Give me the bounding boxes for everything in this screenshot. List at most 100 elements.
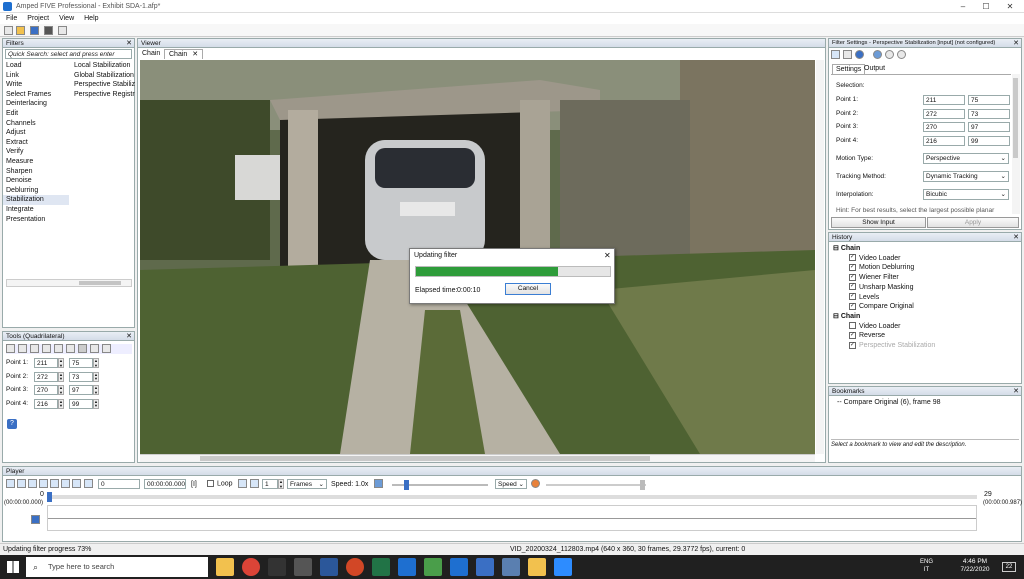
configure-icon[interactable]	[831, 50, 840, 59]
point-y-spinner[interactable]: ▲ ▼	[93, 358, 99, 368]
media-icon[interactable]	[268, 558, 286, 576]
taskbar-search[interactable]: ⌕ Type here to search	[26, 557, 208, 577]
dot-icon[interactable]	[897, 50, 906, 59]
filter-category[interactable]: Integrate	[3, 205, 69, 215]
filter-category[interactable]: Stabilization	[3, 195, 69, 205]
prev-frame-icon[interactable]	[39, 479, 48, 488]
info-icon[interactable]	[855, 50, 864, 59]
menu-project[interactable]: Project	[27, 15, 49, 22]
point-y-input[interactable]: 73	[968, 108, 1010, 119]
pan-icon[interactable]	[30, 344, 39, 353]
step-input[interactable]: 1	[262, 479, 278, 489]
filter-category[interactable]: Sharpen	[3, 167, 69, 177]
last-frame-icon[interactable]	[61, 479, 70, 488]
reset-icon[interactable]	[885, 50, 894, 59]
amped-replay-icon[interactable]	[450, 558, 468, 576]
history-item-checkbox[interactable]: ✓	[849, 273, 856, 281]
filter-category[interactable]: Denoise	[3, 176, 69, 186]
point-y-spinner[interactable]: ▲ ▼	[93, 385, 99, 395]
plus-icon[interactable]	[102, 344, 111, 353]
play-icon[interactable]	[6, 479, 15, 488]
close-icon[interactable]: ✕	[1013, 233, 1019, 242]
filter-item[interactable]: Perspective Registratio	[71, 90, 135, 100]
point-x-input[interactable]: 270	[34, 385, 58, 395]
chrome-icon[interactable]	[242, 558, 260, 576]
unit-select[interactable]: Frames ⌄	[287, 479, 327, 489]
record-icon[interactable]	[531, 479, 540, 488]
history-item-checkbox[interactable]: ✓	[849, 254, 856, 262]
help-icon[interactable]: ?	[7, 419, 17, 429]
point-x-spinner[interactable]: ▲ ▼	[58, 371, 64, 382]
filter-icon[interactable]	[84, 479, 93, 488]
filter-category[interactable]: Channels	[3, 119, 69, 129]
tab-settings[interactable]: Settings	[832, 64, 866, 74]
mark-end-icon[interactable]	[250, 479, 259, 488]
history-item-checkbox[interactable]: ✓	[849, 283, 856, 291]
point-x-input[interactable]: 216	[923, 135, 965, 146]
point-y-input[interactable]: 99	[69, 398, 93, 409]
powerpoint-icon[interactable]	[346, 558, 364, 576]
tab-chain-1[interactable]: Chain	[142, 50, 160, 57]
interpolation-select[interactable]: Bicubic ⌄	[923, 189, 1009, 200]
point-x-spinner[interactable]: ▲ ▼	[58, 398, 64, 409]
amped-five-icon[interactable]	[424, 558, 442, 576]
viewer-vscrollbar[interactable]	[816, 60, 824, 454]
filter-category[interactable]: Link	[3, 71, 69, 81]
loop-checkbox[interactable]: Loop	[207, 480, 233, 487]
point-y-input[interactable]: 73	[69, 371, 93, 382]
amped-authenticate-icon[interactable]	[398, 558, 416, 576]
close-button[interactable]: ✕	[999, 1, 1021, 12]
close-icon[interactable]: ✕	[126, 39, 132, 48]
history-item-checkbox[interactable]	[849, 322, 856, 330]
filter-category[interactable]: Adjust	[3, 128, 69, 138]
stop-icon[interactable]	[17, 479, 26, 488]
zoom-app-icon[interactable]	[554, 558, 572, 576]
filter-item[interactable]: Global Stabilization	[71, 71, 135, 81]
history-item[interactable]: ✓ Motion Deblurring	[833, 263, 935, 273]
maximize-button[interactable]: ☐	[975, 1, 997, 12]
windows-start-icon[interactable]	[7, 561, 19, 573]
point-y-input[interactable]: 99	[968, 135, 1010, 146]
timeline-thumb[interactable]	[47, 492, 52, 502]
step-spinner[interactable]: ▲ ▼	[278, 479, 284, 489]
tab-chain-2[interactable]: Chain ✕	[164, 49, 204, 59]
file-explorer-icon[interactable]	[216, 558, 234, 576]
close-icon[interactable]: ✕	[1013, 39, 1019, 47]
history-item[interactable]: ✓ Levels	[833, 293, 935, 303]
close-icon[interactable]: ✕	[1013, 387, 1019, 396]
next-frame-icon[interactable]	[50, 479, 59, 488]
move-icon[interactable]	[42, 344, 51, 353]
mark-in-label[interactable]: [I]	[191, 481, 197, 488]
filter-category[interactable]: Measure	[3, 157, 69, 167]
filters-hscrollbar[interactable]	[6, 279, 132, 287]
filter-category[interactable]: Extract	[3, 138, 69, 148]
save-icon[interactable]	[30, 26, 39, 35]
history-chain[interactable]: ⊟ Chain	[833, 312, 935, 322]
new-project-icon[interactable]	[4, 26, 13, 35]
sticky-notes-icon[interactable]	[528, 558, 546, 576]
refresh-icon[interactable]	[873, 50, 882, 59]
amped-dvr-icon[interactable]	[476, 558, 494, 576]
point-y-input[interactable]: 75	[968, 95, 1010, 105]
history-item-checkbox[interactable]: ✓	[849, 341, 856, 349]
save-as-icon[interactable]	[44, 26, 53, 35]
point-y-input[interactable]: 97	[968, 122, 1010, 132]
point-x-input[interactable]: 270	[923, 122, 965, 132]
filter-category[interactable]: Edit	[3, 109, 69, 119]
filter-category[interactable]: Deblurring	[3, 186, 69, 196]
filter-category[interactable]: Verify	[3, 147, 69, 157]
bookmark-item[interactable]: -- Compare Original (6), frame 98	[837, 399, 940, 406]
speed-slider[interactable]	[392, 480, 488, 490]
tab-output[interactable]: Output	[864, 65, 885, 72]
point-y-spinner[interactable]: ▲ ▼	[93, 371, 99, 382]
undo-icon[interactable]	[90, 344, 99, 353]
refresh-speed-icon[interactable]	[374, 479, 383, 488]
point-x-input[interactable]: 272	[34, 371, 58, 382]
tab-close-icon[interactable]: ✕	[192, 51, 198, 58]
notification-icon[interactable]: 22	[1002, 562, 1016, 572]
apply-button[interactable]: Apply	[927, 217, 1019, 228]
point-y-input[interactable]: 97	[69, 385, 93, 395]
chain-icon[interactable]	[58, 26, 67, 35]
chain-link-icon[interactable]	[31, 515, 40, 524]
point-y-input[interactable]: 75	[69, 358, 93, 368]
